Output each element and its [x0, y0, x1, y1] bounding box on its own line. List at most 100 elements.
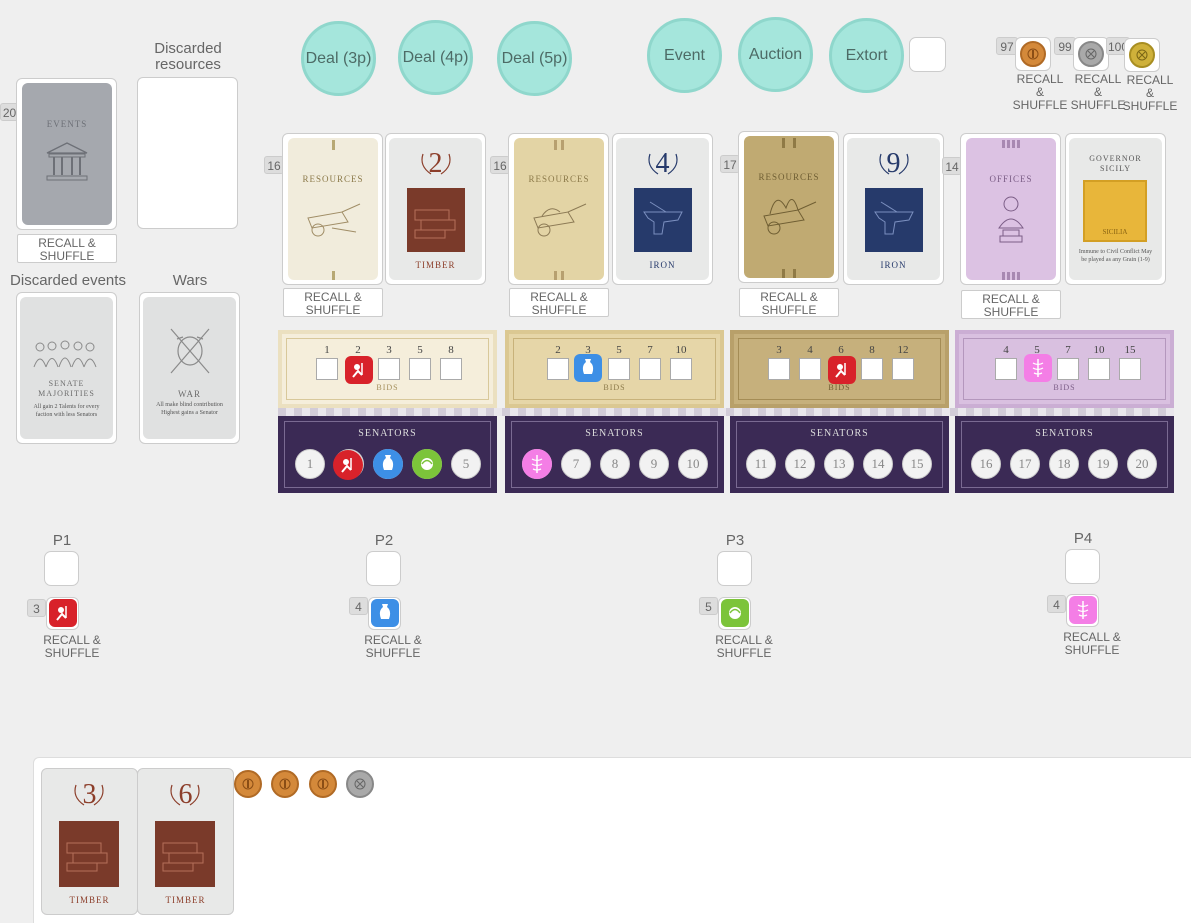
- deck-1-recall-button[interactable]: RECALL & SHUFFLE: [283, 288, 383, 317]
- green-laurel-token[interactable]: [412, 449, 442, 479]
- governor-card-frame[interactable]: GOVERNOR SICILY SICILIA Immune to Civil …: [1065, 133, 1166, 285]
- gold-coin-stack[interactable]: [1124, 38, 1160, 72]
- senator-seat[interactable]: 15: [902, 449, 932, 479]
- bronze-recall-button[interactable]: RECALL & SHUFFLE: [1012, 73, 1068, 112]
- senator-seat[interactable]: 1: [295, 449, 325, 479]
- senator-seat[interactable]: 19: [1088, 449, 1118, 479]
- senator-seat[interactable]: 9: [639, 449, 669, 479]
- deck-3[interactable]: RESOURCES: [738, 131, 839, 283]
- deal-3p-label: Deal (3p): [305, 49, 372, 67]
- player-2-token-stack[interactable]: [368, 597, 401, 630]
- senator-seat[interactable]: 18: [1049, 449, 1079, 479]
- extort-slot[interactable]: [909, 37, 946, 72]
- player-4-token-stack[interactable]: [1066, 594, 1099, 627]
- bid-slot[interactable]: [608, 358, 630, 380]
- senator-seat[interactable]: 12: [785, 449, 815, 479]
- gold-recall-button[interactable]: RECALL & SHUFFLE: [1122, 74, 1178, 113]
- player-3-recall-button[interactable]: RECALL & SHUFFLE: [714, 634, 774, 660]
- bid-5-value: 10: [675, 344, 687, 356]
- discarded-events-pile[interactable]: SENATE MAJORITIES All gain 2 Talents for…: [16, 292, 117, 444]
- events-recall-button[interactable]: RECALL & SHUFFLE: [17, 234, 117, 263]
- deck-1[interactable]: RESOURCES: [282, 133, 383, 285]
- senator-seat[interactable]: 5: [451, 449, 481, 479]
- player-4-recall-button[interactable]: RECALL & SHUFFLE: [1062, 631, 1122, 657]
- bid-slot[interactable]: [547, 358, 569, 380]
- deck-2-recall-button[interactable]: RECALL & SHUFFLE: [509, 288, 609, 317]
- deck-2[interactable]: RESOURCES: [508, 133, 609, 285]
- deck-3-face-card[interactable]: 9 IRON: [843, 133, 944, 285]
- bid-slot[interactable]: [1119, 358, 1141, 380]
- hand-card-2[interactable]: 6 TIMBER: [137, 768, 234, 915]
- auction-button[interactable]: Auction: [738, 17, 813, 92]
- event-label: Event: [664, 46, 705, 64]
- senator-seat[interactable]: 13: [824, 449, 854, 479]
- deck-3-bottom-mark: [782, 269, 796, 278]
- deck-3-recall-button[interactable]: RECALL & SHUFFLE: [739, 288, 839, 317]
- red-helmet-token[interactable]: [345, 356, 373, 384]
- senator-seat[interactable]: 17: [1010, 449, 1040, 479]
- player-3-slot[interactable]: [717, 551, 752, 586]
- hand-card-1[interactable]: 3 TIMBER: [41, 768, 138, 915]
- senator-seat[interactable]: 16: [971, 449, 1001, 479]
- silver-coin-stack[interactable]: [1073, 37, 1109, 71]
- senator-seat[interactable]: 14: [863, 449, 893, 479]
- deck-2-face-card[interactable]: 4 IRON: [612, 133, 713, 285]
- player-2-slot[interactable]: [366, 551, 401, 586]
- bid-5-value: 12: [897, 344, 909, 356]
- bid-slot[interactable]: [861, 358, 883, 380]
- senator-seat[interactable]: 11: [746, 449, 776, 479]
- deck-4-recall-button[interactable]: RECALL & SHUFFLE: [961, 290, 1061, 319]
- deck-4-bottom-mark: [1002, 272, 1020, 280]
- bid-slot[interactable]: [995, 358, 1017, 380]
- player-4-slot[interactable]: [1065, 549, 1100, 584]
- iron-panel: [634, 188, 692, 252]
- player-2-recall-button[interactable]: RECALL & SHUFFLE: [363, 634, 423, 660]
- bid-slot[interactable]: [1088, 358, 1110, 380]
- silver-recall-button[interactable]: RECALL & SHUFFLE: [1070, 73, 1126, 112]
- deal-5p-button[interactable]: Deal (5p): [497, 21, 572, 96]
- bid-slot[interactable]: [409, 358, 431, 380]
- deck-1-face-card[interactable]: 2 TIMBER: [385, 133, 486, 285]
- senator-seat[interactable]: 10: [678, 449, 708, 479]
- bronze-coin-stack[interactable]: [1015, 37, 1051, 71]
- bronze-coin-icon[interactable]: [271, 770, 299, 798]
- bid-slot[interactable]: [1057, 358, 1079, 380]
- green-laurel-token: [721, 599, 749, 627]
- senator-seat[interactable]: 8: [600, 449, 630, 479]
- bid-slot[interactable]: [670, 358, 692, 380]
- player-3-token-stack[interactable]: [718, 597, 751, 630]
- pink-caduceus-token[interactable]: [522, 449, 552, 479]
- bid-slot[interactable]: [440, 358, 462, 380]
- events-deck[interactable]: EVENTS: [16, 78, 117, 230]
- bronze-coin-icon[interactable]: [234, 770, 262, 798]
- war-text: All make blind contribution Highest gain…: [156, 402, 223, 416]
- player-1-slot[interactable]: [44, 551, 79, 586]
- wars-pile[interactable]: WAR All make blind contribution Highest …: [139, 292, 240, 444]
- bronze-coin-icon[interactable]: [309, 770, 337, 798]
- player-1-token-stack[interactable]: [46, 597, 79, 630]
- pink-caduceus-token[interactable]: [1024, 354, 1052, 382]
- senator-seat[interactable]: 20: [1127, 449, 1157, 479]
- bid-slot[interactable]: [378, 358, 400, 380]
- player-1-recall-button[interactable]: RECALL & SHUFFLE: [42, 634, 102, 660]
- deal-3p-button[interactable]: Deal (3p): [301, 21, 376, 96]
- silver-coin-icon: [1078, 41, 1104, 67]
- deal-4p-button[interactable]: Deal (4p): [398, 20, 473, 95]
- bid-slot[interactable]: [799, 358, 821, 380]
- bid-slot[interactable]: [892, 358, 914, 380]
- timber-panel: [155, 821, 215, 887]
- events-card-back: EVENTS: [22, 83, 112, 225]
- blue-amphora-token[interactable]: [373, 449, 403, 479]
- bid-slot[interactable]: [768, 358, 790, 380]
- bid-slot[interactable]: [316, 358, 338, 380]
- deck-4[interactable]: OFFICES: [960, 133, 1061, 285]
- bid-slot[interactable]: [639, 358, 661, 380]
- discarded-resources-pile[interactable]: [137, 77, 238, 229]
- red-helmet-token[interactable]: [828, 356, 856, 384]
- blue-amphora-token[interactable]: [574, 354, 602, 382]
- senator-seat[interactable]: 7: [561, 449, 591, 479]
- silver-coin-icon[interactable]: [346, 770, 374, 798]
- extort-button[interactable]: Extort: [829, 18, 904, 93]
- red-helmet-token[interactable]: [333, 450, 363, 480]
- event-button[interactable]: Event: [647, 18, 722, 93]
